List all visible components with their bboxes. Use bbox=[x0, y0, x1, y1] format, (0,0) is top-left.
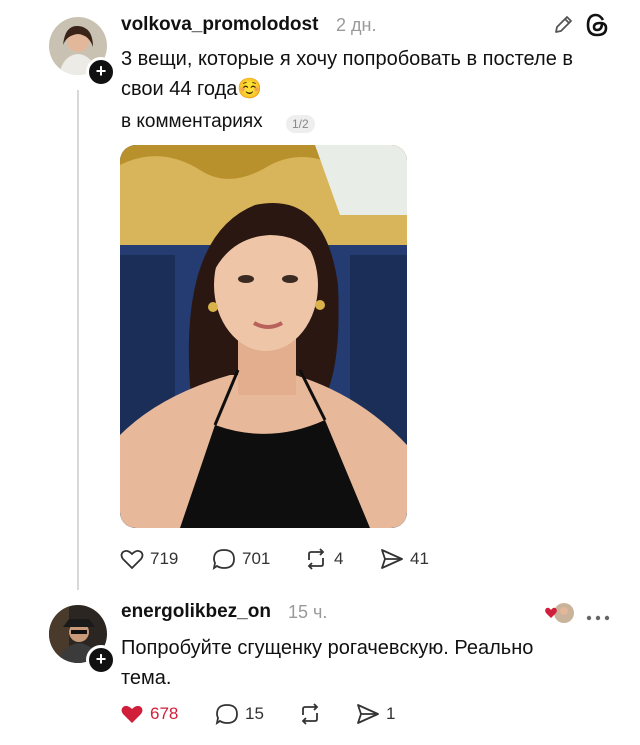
post-username[interactable]: volkova_promolodost bbox=[121, 14, 318, 36]
share-button[interactable]: 41 bbox=[380, 548, 429, 570]
repost-count: 4 bbox=[334, 549, 344, 568]
repost-icon bbox=[301, 703, 319, 725]
reply-repost-button[interactable] bbox=[298, 703, 322, 725]
repost-icon bbox=[307, 548, 325, 570]
post-time: 2 дн. bbox=[336, 15, 377, 35]
reply-count: 701 bbox=[242, 549, 271, 568]
edit-icon[interactable] bbox=[552, 14, 574, 41]
repost-button[interactable]: 4 bbox=[304, 548, 343, 570]
comment-icon bbox=[215, 704, 238, 725]
share-count: 41 bbox=[410, 549, 429, 568]
image-pager: 1/2 bbox=[286, 115, 315, 133]
reply-reply-button[interactable]: 15 bbox=[215, 703, 264, 725]
reply-username[interactable]: energolikbez_on bbox=[121, 601, 271, 623]
like-button[interactable]: 719 bbox=[120, 548, 178, 570]
post-subtext: в комментариях bbox=[121, 111, 263, 132]
post-photo[interactable] bbox=[120, 145, 407, 528]
reply-like-count: 678 bbox=[150, 704, 179, 723]
comment-icon bbox=[212, 549, 235, 570]
reply-follow-plus-button[interactable]: + bbox=[86, 645, 116, 675]
reply-time: 15 ч. bbox=[288, 602, 328, 622]
reply-reply-count: 15 bbox=[245, 704, 264, 723]
author-liked-badge bbox=[545, 602, 575, 629]
heart-icon bbox=[120, 549, 144, 570]
threads-logo-icon bbox=[584, 12, 610, 43]
reply-share-count: 1 bbox=[386, 704, 396, 723]
reply-share-button[interactable]: 1 bbox=[356, 703, 395, 725]
send-icon bbox=[381, 549, 403, 569]
reply-button[interactable]: 701 bbox=[212, 548, 270, 570]
thread-line bbox=[77, 90, 79, 590]
more-options-icon[interactable] bbox=[586, 609, 610, 627]
reply-text: Попробуйте сгущенку рогачевскую. Реально… bbox=[121, 637, 534, 689]
send-icon bbox=[357, 704, 379, 724]
reply-like-button[interactable]: 678 bbox=[120, 703, 178, 725]
like-count: 719 bbox=[150, 549, 179, 568]
heart-filled-icon bbox=[121, 705, 143, 723]
follow-plus-button[interactable]: + bbox=[86, 57, 116, 87]
post-text: 3 вещи, которые я хочу попробовать в пос… bbox=[121, 48, 573, 100]
